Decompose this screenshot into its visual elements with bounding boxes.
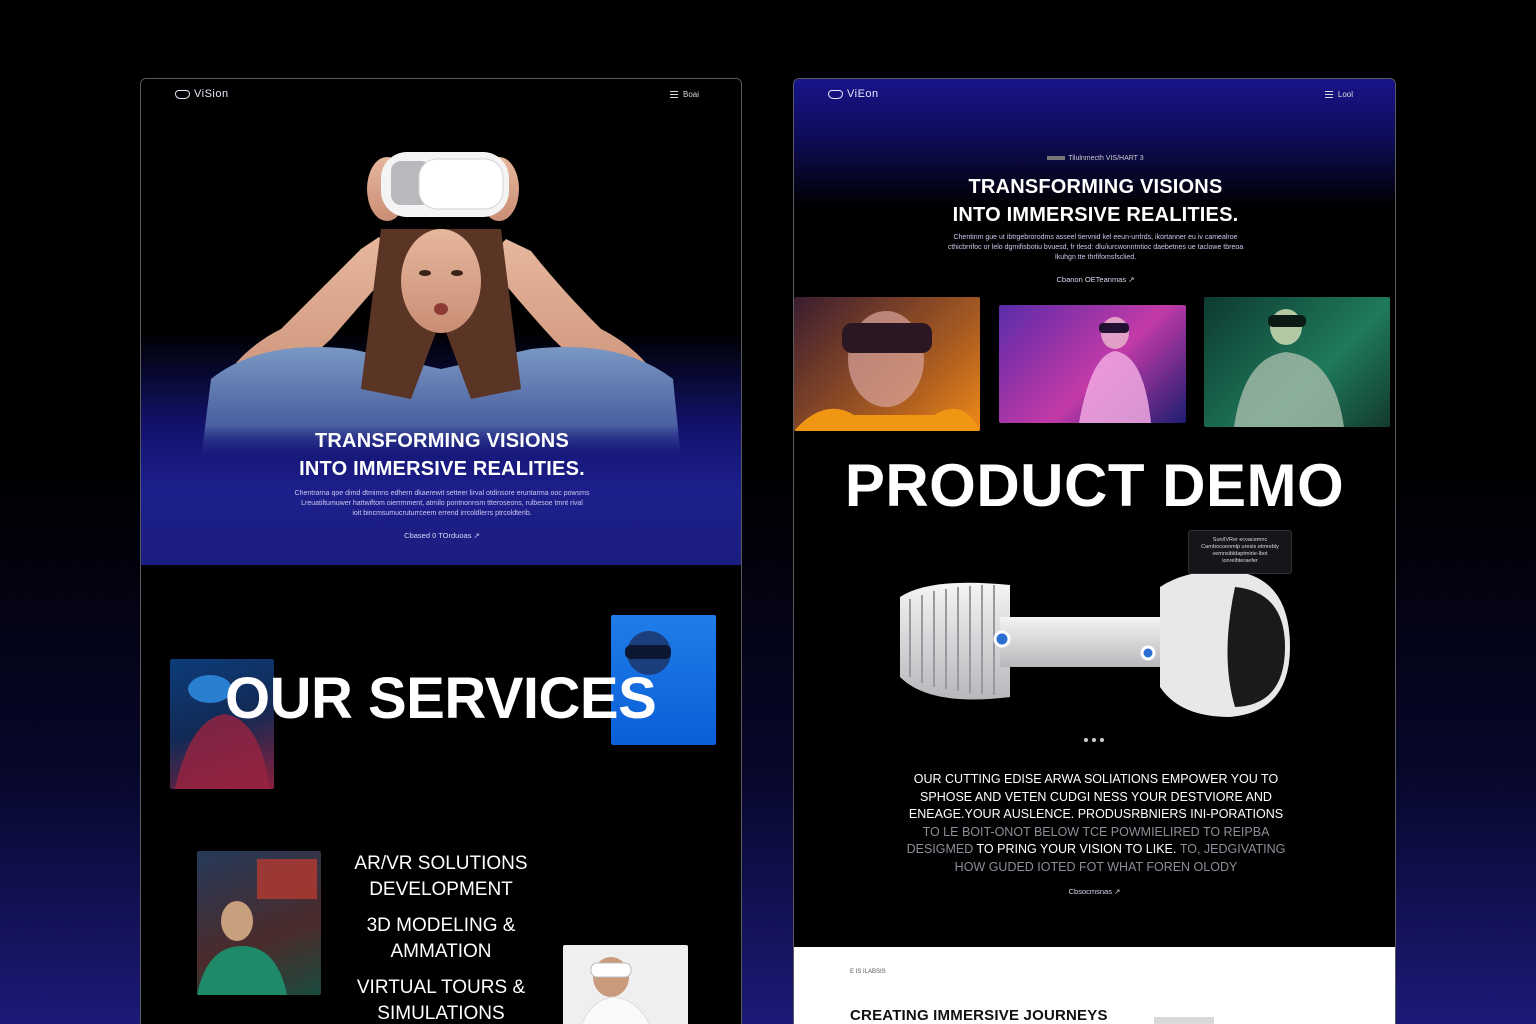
menu-label: Lool	[1337, 89, 1353, 99]
right-hero-title: TRANSFORMING VISIONS INTO IMMERSIVE REAL…	[794, 173, 1395, 229]
left-navbar: ViSion Boai	[141, 79, 741, 109]
hero-vr-woman-image	[201, 152, 681, 459]
carousel-dot[interactable]	[1084, 738, 1088, 742]
product-demo-title: PRODUCT DEMO	[844, 452, 1345, 519]
cta-label: Cbanon OETeanmas	[1056, 275, 1127, 284]
gallery-photo-orange	[794, 297, 980, 431]
left-hero-cta-link[interactable]: Cbased 0 TOrduoas ↗	[141, 531, 741, 540]
section-title: CREATING IMMERSIVE JOURNEYS	[850, 1007, 1108, 1024]
left-hero-section: TRANSFORMING VISIONS INTO IMMERSIVE REAL…	[141, 79, 741, 565]
hero-body-line: Lreuatiltumuwer hattwiftom oierrmment, a…	[301, 500, 583, 507]
hero-title-line: INTO IMMERSIVE REALITIES.	[299, 458, 585, 480]
tooltip-line: Sun/lVRer ecvacemnc	[1212, 537, 1268, 543]
hero-body-line: Ikuhgn tte thrfifomsfsclied.	[1054, 254, 1137, 261]
journeys-section: E IS ILABSIS CREATING IMMERSIVE JOURNEYS	[794, 947, 1395, 1024]
services-list: AR/VR SOLUTIONS DEVELOPMENT 3D MODELING …	[341, 851, 541, 1024]
desc-line: OUR CUTTING EDISE ARWA SOLIATIONS EMPOWE…	[913, 772, 1279, 786]
service-item[interactable]: VIRTUAL TOURS & SIMULATIONS	[341, 975, 541, 1024]
desc-fragment: DESIGMED	[906, 842, 974, 856]
logo-text: ViSion	[194, 88, 229, 100]
arrow-icon: ↗	[1114, 887, 1121, 896]
desc-line: DESIGMED TO PRING YOUR VISION TO LIKE. T…	[906, 841, 1286, 859]
logo[interactable]: ViEon	[828, 88, 879, 100]
service-photo-workshop	[197, 851, 321, 995]
left-hero-title: TRANSFORMING VISIONS INTO IMMERSIVE REAL…	[141, 427, 741, 483]
hero-title-line: INTO IMMERSIVE REALITIES.	[952, 204, 1239, 226]
hero-eyebrow: Tilulnmecth VIS/HART 3	[794, 155, 1395, 162]
section-eyebrow: E IS ILABSIS	[850, 969, 886, 975]
right-hero-body: Chentinm gue ut ibtrgebrorodms asseel ti…	[794, 233, 1395, 263]
vr-logo-icon	[828, 89, 843, 99]
hamburger-icon	[669, 90, 678, 98]
right-hero-cta-link[interactable]: Cbanon OETeanmas ↗	[794, 275, 1395, 284]
tooltip-line: vemnsibldaptmirie-lbot	[1212, 551, 1268, 557]
carousel-dots[interactable]	[1084, 738, 1104, 742]
eyebrow-text: Tilulnmecth VIS/HART 3	[1068, 155, 1144, 162]
menu-button[interactable]: Lool	[1324, 89, 1353, 99]
vr-headset-product-image	[900, 571, 1290, 717]
arrow-icon: ↗	[1128, 275, 1135, 284]
carousel-dot[interactable]	[1100, 738, 1104, 742]
desc-line: ENEAGE.YOUR AUSLENCE. PRODUSRBNIERS INI-…	[908, 807, 1284, 821]
service-item[interactable]: AR/VR SOLUTIONS DEVELOPMENT	[341, 851, 541, 903]
tooltip-line: Carnbocoeomlp uresis etmrebly	[1201, 544, 1279, 550]
right-page-mockup: Tilulnmecth VIS/HART 3 TRANSFORMING VISI…	[793, 78, 1396, 1024]
gallery-photo-purple	[999, 305, 1186, 423]
product-cta-link[interactable]: Cbsocmsnas ↗	[794, 887, 1395, 896]
arrow-icon: ↗	[473, 531, 480, 540]
eyebrow-bar	[1047, 156, 1066, 161]
logo[interactable]: ViSion	[175, 88, 229, 100]
desc-fragment: TO, JEDGIVATING	[1179, 842, 1286, 856]
menu-label: Boai	[682, 89, 699, 99]
desc-line: HOW GUDED IOTED FOT WHAT FOREN OLODY	[954, 859, 1238, 874]
logo-text: ViEon	[847, 88, 879, 100]
gallery-photo-green	[1204, 297, 1390, 427]
desc-line: TO LE BOIT-ONOT BELOW TCE POWMIELIRED TO…	[922, 824, 1270, 839]
hero-body-line: Chentrarna qoe dimd dtmimns edhern dkaer…	[294, 490, 590, 497]
hero-body-line: ioit bincmsumucruturrceem errend irrcold…	[352, 510, 532, 517]
carousel-dot[interactable]	[1092, 738, 1096, 742]
service-photo-vr-headset-user	[563, 945, 688, 1024]
menu-button[interactable]: Boai	[669, 89, 699, 99]
cta-label: Cbased 0 TOrduoas	[404, 531, 472, 540]
tooltip-line: ionrelbteraefer	[1222, 558, 1258, 564]
service-item[interactable]: 3D MODELING & AMMATION	[341, 913, 541, 965]
hero-title-line: TRANSFORMING VISIONS	[314, 430, 569, 452]
vr-logo-icon	[175, 89, 190, 99]
left-hero-body: Chentrarna qoe dimd dtmimns edhern dkaer…	[141, 489, 741, 519]
right-navbar: ViEon Lool	[794, 79, 1395, 109]
hero-title-line: TRANSFORMING VISIONS	[968, 176, 1223, 198]
cta-label: Cbsocmsnas	[1068, 887, 1112, 896]
hero-body-line: cthicbrrifoc or lelo dgmifisbotiu bvuesd…	[947, 244, 1244, 251]
desc-line: SPHOSE AND VETEN CUDGI NESS YOUR DESTVIO…	[920, 789, 1272, 804]
section-thumbnail	[1154, 1017, 1214, 1024]
product-tooltip: Sun/lVRer ecvacemnc Carnbocoeomlp uresis…	[1188, 530, 1292, 574]
desc-fragment: TO PRING YOUR VISION TO LIKE.	[976, 842, 1177, 856]
hero-body-line: Chentinm gue ut ibtrgebrorodms asseel ti…	[953, 234, 1238, 241]
services-title: OUR SERVICES	[225, 666, 657, 731]
hamburger-icon	[1324, 90, 1333, 98]
left-page-mockup: TRANSFORMING VISIONS INTO IMMERSIVE REAL…	[140, 78, 742, 1024]
product-description: OUR CUTTING EDISE ARWA SOLIATIONS EMPOWE…	[906, 771, 1286, 876]
